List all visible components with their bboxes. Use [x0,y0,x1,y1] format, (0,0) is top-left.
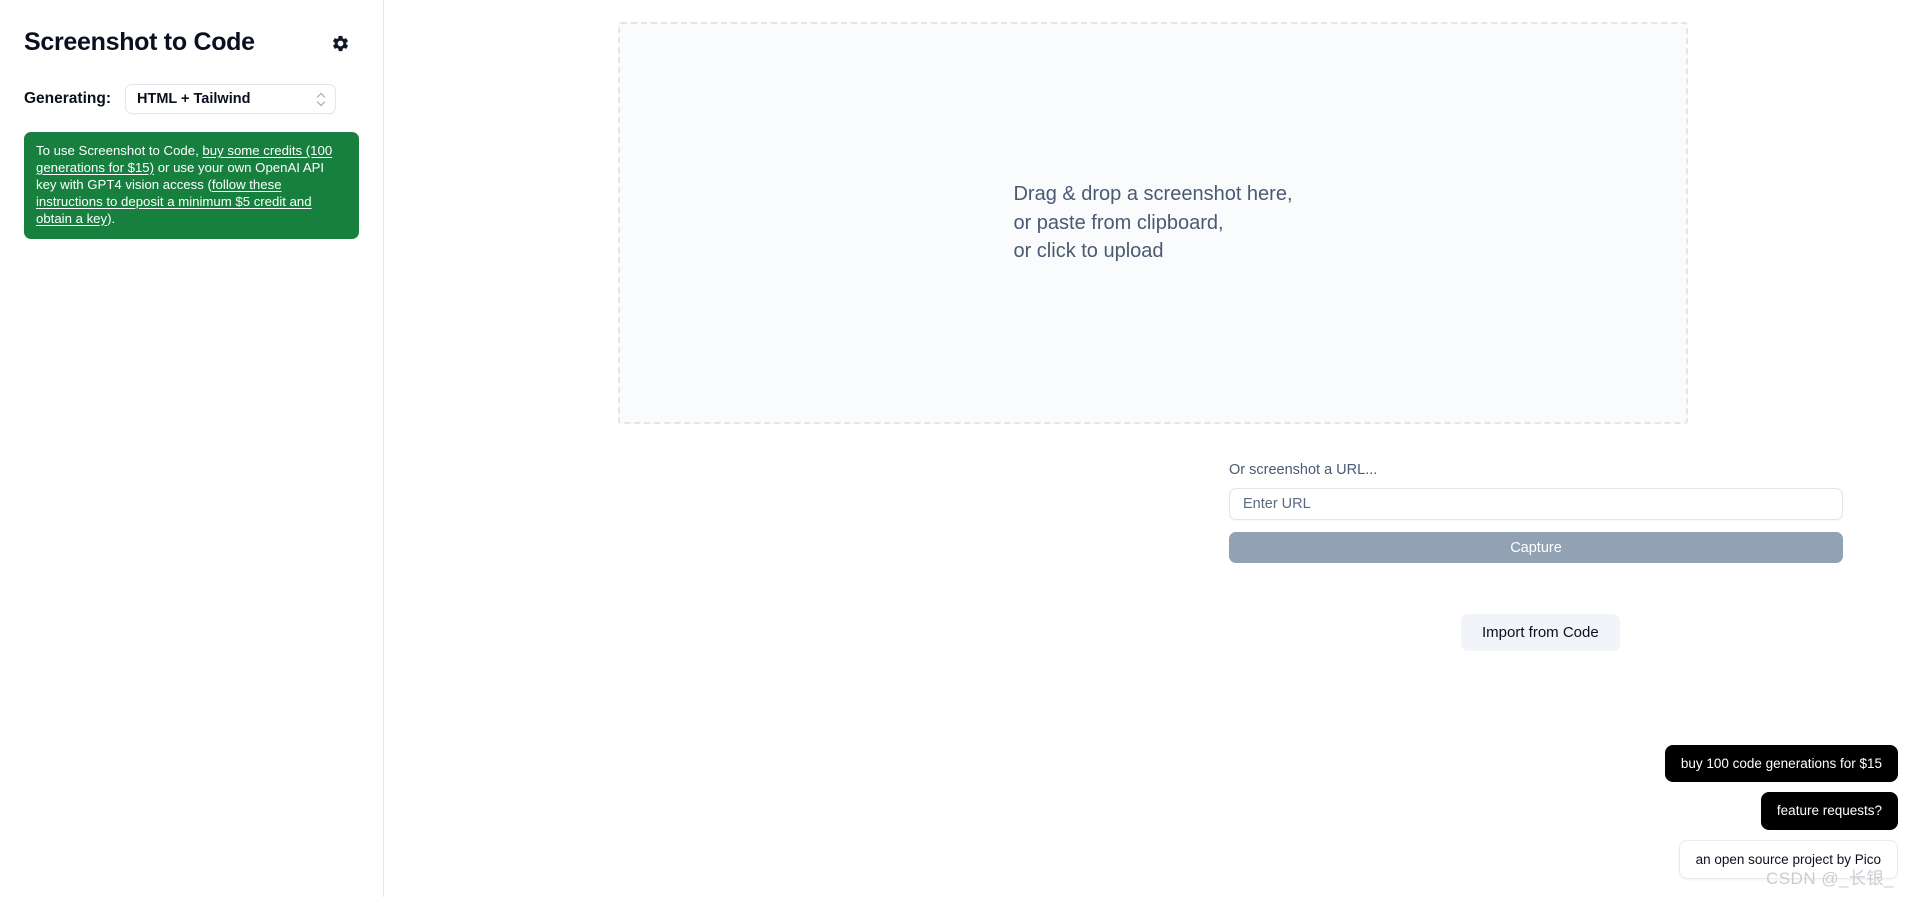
stack-select-wrapper[interactable]: HTML + Tailwind [124,84,336,114]
badge-open-source[interactable]: an open source project by Pico [1678,839,1898,879]
page-title: Screenshot to Code [24,28,255,57]
notice-text-3: ). [107,210,116,226]
sidebar: Screenshot to Code Generating: HTML + Ta… [0,0,384,897]
screenshot-dropzone[interactable]: Drag & drop a screenshot here, or paste … [618,22,1688,424]
notice-text-1: To use Screenshot to Code, [36,143,203,158]
badge-buy-credits[interactable]: buy 100 code generations for $15 [1664,744,1898,782]
settings-button[interactable] [329,32,351,54]
url-input[interactable] [1229,488,1843,520]
dropzone-line-1: Drag & drop a screenshot here, [1013,183,1293,206]
dropzone-line-3: or click to upload [1013,240,1164,263]
badge-feature-requests[interactable]: feature requests? [1760,792,1898,830]
generating-row: Generating: HTML + Tailwind [24,84,359,114]
app-root: Screenshot to Code Generating: HTML + Ta… [0,0,1920,897]
url-capture-section: Or screenshot a URL... Capture [1229,462,1843,563]
dropzone-instructions: Drag & drop a screenshot here, or paste … [1013,180,1292,265]
url-section-label: Or screenshot a URL... [1229,462,1378,478]
main-content: Drag & drop a screenshot here, or paste … [384,0,1920,897]
stack-select[interactable]: HTML + Tailwind [124,84,336,114]
floating-badges: buy 100 code generations for $15 feature… [1664,744,1898,879]
import-from-code-button[interactable]: Import from Code [1461,614,1620,651]
credits-notice: To use Screenshot to Code, buy some cred… [24,132,359,240]
dropzone-line-2: or paste from clipboard, [1013,211,1224,234]
capture-button[interactable]: Capture [1229,532,1843,563]
generating-label: Generating: [24,90,111,107]
sidebar-header: Screenshot to Code [24,26,359,60]
gear-icon [331,34,350,53]
